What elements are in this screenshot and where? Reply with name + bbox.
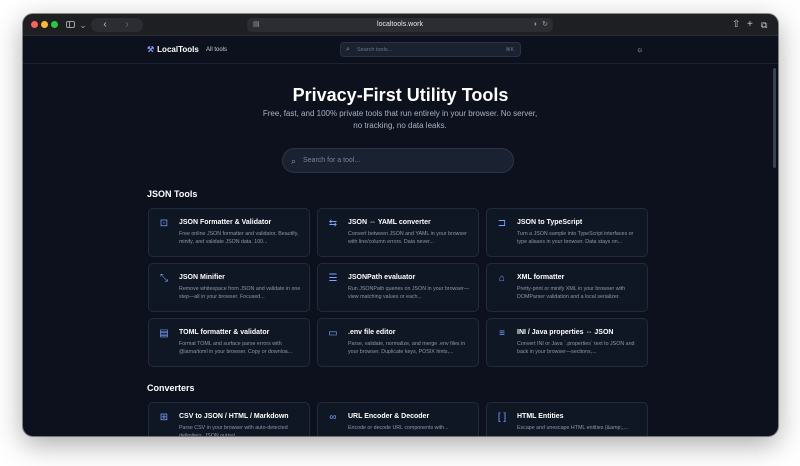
reload-icon[interactable]: ↻ xyxy=(542,18,548,32)
tool-card-description: Pretty-print or minify XML in your brows… xyxy=(517,286,626,300)
tool-card-title: .env file editor xyxy=(348,329,396,336)
tool-card[interactable]: ⊞ CSV to JSON / HTML / Markdown Parse CSV … xyxy=(148,402,310,436)
tool-search-input[interactable]: ⌕ Search for a tool... xyxy=(282,148,514,173)
tool-card-title: CSV to JSON / HTML / Markdown xyxy=(179,413,289,420)
all-tools-link[interactable]: All tools xyxy=(206,44,227,56)
tool-card-description: Remove whitespace from JSON and validate… xyxy=(179,286,301,300)
tab-overview-icon[interactable]: ⧉ xyxy=(761,18,767,32)
tool-card-description: Encode or decode URL components with... xyxy=(348,425,449,431)
list-query-icon: ☰ xyxy=(328,273,338,284)
sun-icon[interactable]: ☼ xyxy=(636,44,643,56)
tool-card-title: JSON ⇔ YAML converter xyxy=(348,219,431,226)
tool-card[interactable]: ▭ .env file editor Parse, validate, normal… xyxy=(317,318,479,367)
json-file-icon: ⊡ xyxy=(159,218,169,229)
tool-card-description: Parse CSV in your browser with auto-dete… xyxy=(179,425,288,436)
tool-search-placeholder: Search for a tool... xyxy=(303,157,361,164)
tool-card[interactable]: ⇆ JSON ⇔ YAML converter Convert between JS… xyxy=(317,208,479,257)
document-icon: ▤ xyxy=(159,328,169,339)
tool-card-description: Run JSONPath queries on JSON in your bro… xyxy=(348,286,469,300)
tool-card-description: Turn a JSON sample into TypeScript inter… xyxy=(517,231,634,245)
url-text: localtools.work xyxy=(377,21,423,28)
header-search-placeholder: Search tools... xyxy=(357,47,393,53)
close-window-button[interactable] xyxy=(31,21,38,28)
page-title: Privacy-First Utility Tools xyxy=(292,85,509,105)
tool-card-title: HTML Entities xyxy=(517,413,564,420)
table-icon: ⊞ xyxy=(159,412,169,423)
link-icon: ∞ xyxy=(329,412,337,423)
tool-card[interactable]: ∞ URL Encoder & Decoder Encode or decode U… xyxy=(317,402,479,436)
tool-card-description: Convert INI or Java `.properties` text t… xyxy=(517,341,635,355)
tool-card[interactable]: ⊡ JSON Formatter & Validator Free online J… xyxy=(148,208,310,257)
section-title: Converters xyxy=(147,383,195,393)
nav-buttons: ‹ › xyxy=(91,18,143,32)
tool-card-title: JSON Formatter & Validator xyxy=(179,219,272,226)
tool-card-title: TOML formatter & validator xyxy=(179,329,270,336)
search-icon: ⌕ xyxy=(291,156,297,166)
tool-card[interactable]: ⊐ JSON to TypeScript Turn a JSON sample in… xyxy=(486,208,648,257)
header-search-input[interactable]: ⌕ Search tools... ⌘K xyxy=(340,42,521,57)
chevron-down-icon[interactable]: ⌄ xyxy=(79,18,87,32)
brackets-icon: [ ] xyxy=(497,412,507,423)
logo-text: LocalTools xyxy=(157,45,199,54)
tool-card[interactable]: ☰ JSONPath evaluator Run JSONPath queries … xyxy=(317,263,479,312)
tool-card-description: Convert between JSON and YAML in your br… xyxy=(348,231,467,245)
zoom-window-button[interactable] xyxy=(51,21,58,28)
tool-card[interactable]: ≡ INI / Java properties ⇔ JSON Convert INI… xyxy=(486,318,648,367)
wrench-icon: ⚒ xyxy=(147,45,155,54)
tool-card-title: URL Encoder & Decoder xyxy=(348,413,430,420)
share-icon[interactable]: ⇧ xyxy=(732,18,740,32)
tool-card-title: XML formatter xyxy=(517,274,565,281)
page-scrollbar[interactable] xyxy=(773,68,776,168)
browser-toolbar: ⌄ ‹ › ▤ localtools.work ◑ ↻ ⇧ + ⧉ xyxy=(23,14,778,36)
back-button[interactable]: ‹ xyxy=(95,18,115,32)
site-logo[interactable]: ⚒ LocalTools xyxy=(147,44,199,56)
browser-window: ⌄ ‹ › ▤ localtools.work ◑ ↻ ⇧ + ⧉ ⚒ Local… xyxy=(23,14,778,436)
tag-icon: ⌂ xyxy=(498,273,506,284)
tool-card-description: Escape and unescape HTML entities (&amp;… xyxy=(517,425,628,431)
swap-arrows-icon: ⇆ xyxy=(328,218,338,229)
site-header: ⚒ LocalTools All tools ⌕ Search tools... … xyxy=(23,36,778,64)
folder-icon: ▭ xyxy=(328,328,338,339)
section-title: JSON Tools xyxy=(147,189,198,199)
minimize-window-button[interactable] xyxy=(41,21,48,28)
tool-card[interactable]: ⤡ JSON Minifier Remove whitespace from JSO… xyxy=(148,263,310,312)
tool-card-title: INI / Java properties ⇔ JSON xyxy=(517,329,614,336)
forward-button[interactable]: › xyxy=(117,18,137,32)
page-subtitle: Free, fast, and 100% private tools that … xyxy=(262,109,538,130)
translate-icon[interactable]: ◑ xyxy=(533,18,537,32)
tool-card-title: JSONPath evaluator xyxy=(348,274,416,281)
minimize-icon: ⤡ xyxy=(160,273,168,284)
tool-card-description: Free online JSON formatter and validator… xyxy=(179,231,299,245)
tool-card[interactable]: [ ] HTML Entities Escape and unescape HTML… xyxy=(486,402,648,436)
tool-card[interactable]: ▤ TOML formatter & validator Format TOML a… xyxy=(148,318,310,367)
tool-card-description: Parse, validate, normalize, and merge .e… xyxy=(348,341,466,355)
address-bar[interactable]: ▤ localtools.work ◑ ↻ xyxy=(247,18,553,32)
settings-list-icon: ≡ xyxy=(499,328,505,339)
new-tab-icon[interactable]: + xyxy=(747,18,753,32)
tool-card[interactable]: ⌂ XML formatter Pretty-print or minify XML… xyxy=(486,263,648,312)
search-icon: ⌕ xyxy=(346,46,350,53)
code-file-icon: ⊐ xyxy=(497,218,507,229)
tool-card-title: JSON to TypeScript xyxy=(517,219,583,226)
search-shortcut-hint: ⌘K xyxy=(505,47,514,53)
tool-card-title: JSON Minifier xyxy=(179,274,225,281)
tool-card-description: Format TOML and surface parse errors wit… xyxy=(179,341,293,355)
